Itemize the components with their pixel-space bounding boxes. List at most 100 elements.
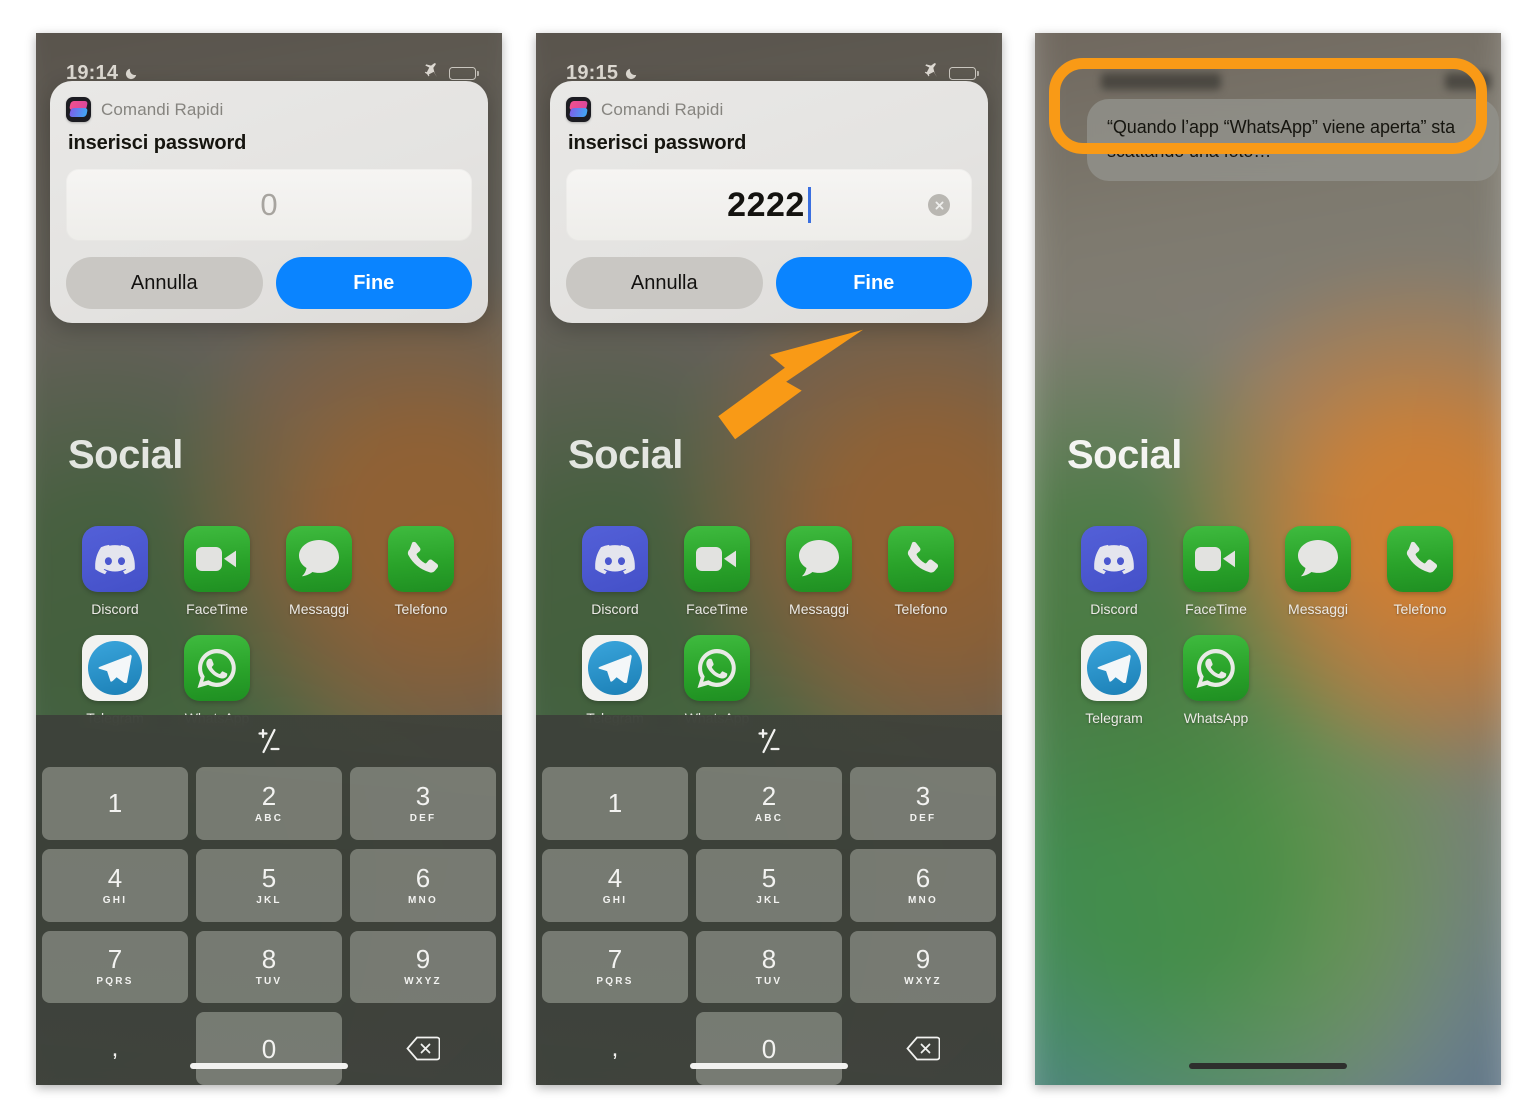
notification-callout-highlight — [1049, 58, 1487, 154]
app-icon-whatsapp[interactable]: WhatsApp — [166, 635, 268, 726]
app-label: Discord — [591, 601, 639, 617]
toggle-sign-icon[interactable] — [254, 727, 284, 755]
dialog-actions: Annulla Fine — [566, 257, 972, 309]
messages-icon — [286, 526, 352, 592]
done-button[interactable]: Fine — [775, 257, 972, 309]
key-digit: 9 — [415, 944, 431, 975]
app-icon-phone[interactable]: Telefono — [870, 526, 972, 617]
phone-icon — [1387, 526, 1453, 592]
key-digit: 0 — [761, 1033, 777, 1064]
battery-icon — [949, 66, 979, 80]
password-value: 2222 — [727, 185, 805, 224]
screenshot-stage: 19:14 Comandi Rapidi inserisci password … — [0, 0, 1536, 1117]
key-comma[interactable]: , — [542, 1012, 688, 1085]
app-grid: Discord FaceTime Messaggi Telefono — [564, 526, 974, 744]
key-letters: TUV — [755, 976, 783, 988]
keypad-keys: 1 2 ABC 3 DEF 4 GHI 5 JKL 6 MNO 7 PQRS 8 TUV 9W… — [36, 767, 502, 1085]
app-icon-telegram[interactable]: Telegram — [64, 635, 166, 726]
key-9[interactable]: 9 WXYZ — [350, 930, 496, 1004]
key-letters: DEF — [909, 812, 937, 824]
key-6[interactable]: 6 MNO — [850, 848, 996, 922]
dialog-header: Comandi Rapidi — [66, 97, 472, 122]
key-digit: 4 — [107, 862, 123, 893]
discord-icon — [582, 526, 648, 592]
key-4[interactable]: 4 GHI — [42, 848, 188, 922]
key-letters: WXYZ — [404, 976, 442, 988]
password-input[interactable]: 0 — [66, 169, 472, 241]
folder-title: Social — [1067, 433, 1182, 477]
app-icon-facetime[interactable]: FaceTime — [166, 526, 268, 617]
app-icon-messages[interactable]: Messaggi — [768, 526, 870, 617]
app-icon-whatsapp[interactable]: WhatsApp — [666, 635, 768, 726]
home-indicator — [690, 1063, 848, 1069]
app-icon-discord[interactable]: Discord — [64, 526, 166, 617]
key-comma[interactable]: , — [42, 1012, 188, 1085]
key-9[interactable]: 9 WXYZ — [850, 930, 996, 1004]
cancel-button[interactable]: Annulla — [66, 257, 263, 309]
toggle-sign-icon[interactable] — [754, 727, 784, 755]
dialog-app-name: Comandi Rapidi — [601, 99, 724, 119]
key-3[interactable]: 3 DEF — [350, 767, 496, 840]
key-5[interactable]: 5 JKL — [196, 848, 342, 922]
app-label: WhatsApp — [1183, 710, 1249, 726]
key-2[interactable]: 2 ABC — [696, 767, 842, 840]
dialog-title: inserisci password — [68, 132, 247, 154]
facetime-icon — [684, 526, 750, 592]
key-1[interactable]: 1 — [542, 767, 688, 840]
keypad-toolbar[interactable] — [536, 715, 1002, 767]
app-icon-messages[interactable]: Messaggi — [1267, 526, 1369, 617]
app-icon-phone[interactable]: Telefono — [1369, 526, 1471, 617]
keypad-toolbar[interactable] — [36, 715, 502, 767]
key-8[interactable]: 8 TUV — [196, 930, 342, 1004]
facetime-icon — [1183, 526, 1249, 592]
backspace-icon[interactable] — [350, 1012, 496, 1085]
key-4[interactable]: 4 GHI — [542, 848, 688, 922]
phone-icon — [888, 526, 954, 592]
key-7[interactable]: 7 PQRS — [542, 930, 688, 1004]
key-0[interactable]: 0 — [696, 1012, 842, 1085]
telegram-icon — [582, 635, 648, 701]
clear-text-icon[interactable] — [928, 194, 950, 216]
key-7[interactable]: 7 PQRS — [42, 930, 188, 1004]
numeric-keypad: 1 2 ABC 3 DEF 4 GHI 5 JKL 6 MNO 7 PQRS 8 TUV 9W… — [536, 715, 1002, 1085]
key-digit: , — [611, 1034, 619, 1062]
shortcuts-app-icon — [566, 97, 591, 122]
key-letters: PQRS — [96, 976, 134, 988]
app-label: Messaggi — [789, 601, 849, 617]
key-letters: TUV — [255, 976, 283, 988]
app-label: Telegram — [1085, 710, 1143, 726]
app-icon-telegram[interactable]: Telegram — [564, 635, 666, 726]
done-button[interactable]: Fine — [275, 257, 472, 309]
numeric-keypad: 1 2 ABC 3 DEF 4 GHI 5 JKL 6 MNO 7 PQRS 8 TUV 9W… — [36, 715, 502, 1085]
app-icon-telegram[interactable]: Telegram — [1063, 635, 1165, 726]
whatsapp-icon — [684, 635, 750, 701]
key-3[interactable]: 3 DEF — [850, 767, 996, 840]
key-0[interactable]: 0 — [196, 1012, 342, 1085]
key-8[interactable]: 8 TUV — [696, 930, 842, 1004]
discord-icon — [1081, 526, 1147, 592]
password-dialog: Comandi Rapidi inserisci password 2222 A… — [550, 81, 988, 323]
home-indicator — [190, 1063, 348, 1069]
key-digit: 5 — [761, 862, 777, 893]
key-letters: GHI — [102, 894, 128, 906]
app-icon-whatsapp[interactable]: WhatsApp — [1165, 635, 1267, 726]
folder-title: Social — [68, 433, 183, 477]
app-icon-phone[interactable]: Telefono — [370, 526, 472, 617]
backspace-icon[interactable] — [850, 1012, 996, 1085]
app-icon-discord[interactable]: Discord — [564, 526, 666, 617]
key-5[interactable]: 5 JKL — [696, 848, 842, 922]
key-digit: 7 — [607, 944, 623, 975]
app-icon-discord[interactable]: Discord — [1063, 526, 1165, 617]
app-icon-facetime[interactable]: FaceTime — [666, 526, 768, 617]
app-label: Messaggi — [289, 601, 349, 617]
password-dialog: Comandi Rapidi inserisci password 0 Annu… — [50, 81, 488, 323]
app-icon-messages[interactable]: Messaggi — [268, 526, 370, 617]
key-6[interactable]: 6 MNO — [350, 848, 496, 922]
key-1[interactable]: 1 — [42, 767, 188, 840]
key-digit: 1 — [107, 788, 123, 819]
whatsapp-icon — [1183, 635, 1249, 701]
app-icon-facetime[interactable]: FaceTime — [1165, 526, 1267, 617]
key-2[interactable]: 2 ABC — [196, 767, 342, 840]
password-input[interactable]: 2222 — [566, 169, 972, 241]
cancel-button[interactable]: Annulla — [566, 257, 763, 309]
